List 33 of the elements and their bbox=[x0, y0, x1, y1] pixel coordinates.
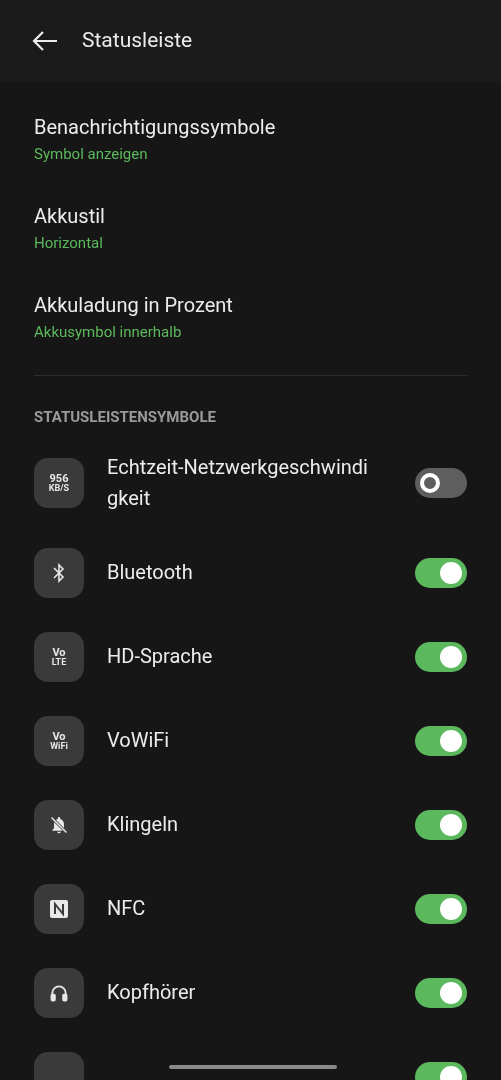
toggle-label: Klingeln bbox=[107, 811, 180, 838]
setting-value: Akkusymbol innerhalb bbox=[34, 323, 183, 341]
setting-item[interactable]: Akkuladung in Prozent Akkusymbol innerhalb bbox=[34, 293, 467, 341]
toggle-label: Echtzeit-Netzwerkgeschwindigkeit bbox=[107, 453, 369, 512]
status-icon: Vo WiFi bbox=[34, 715, 84, 766]
screen-title: Statusleiste bbox=[82, 27, 193, 55]
setting-item[interactable]: Akkustil Horizontal bbox=[34, 204, 467, 252]
toggle-switch[interactable] bbox=[415, 977, 467, 1008]
toggle-switch[interactable] bbox=[415, 725, 467, 756]
toggle-label: Kopfhörer bbox=[107, 979, 197, 1006]
setting-item[interactable]: Benachrichtigungssymbole Symbol anzeigen bbox=[34, 115, 467, 163]
bell-off-icon bbox=[34, 799, 84, 850]
toggle-switch[interactable] bbox=[415, 467, 467, 498]
nfc-icon bbox=[34, 883, 84, 934]
bluetooth-icon bbox=[34, 547, 84, 598]
status-icon: Vo LTE bbox=[34, 631, 84, 682]
status-icon: 956 KB/S bbox=[34, 457, 84, 508]
toggle-switch[interactable] bbox=[415, 557, 467, 588]
headphones-icon bbox=[34, 967, 84, 1018]
toggle-label: NFC bbox=[107, 895, 147, 922]
toggle-label: Bluetooth bbox=[107, 559, 194, 586]
setting-value: Symbol anzeigen bbox=[34, 145, 149, 163]
toggle-label: HD-Sprache bbox=[107, 643, 214, 670]
back-icon[interactable] bbox=[32, 31, 58, 51]
section-heading: STATUSLEISTENSYMBOLE bbox=[34, 407, 217, 428]
setting-title: Benachrichtigungssymbole bbox=[34, 115, 277, 139]
setting-title: Akkuladung in Prozent bbox=[34, 293, 234, 317]
toggle-switch[interactable] bbox=[415, 893, 467, 924]
setting-value: Horizontal bbox=[34, 234, 104, 252]
toggle-switch[interactable] bbox=[415, 809, 467, 840]
setting-title: Akkustil bbox=[34, 204, 106, 228]
toggle-switch[interactable] bbox=[415, 641, 467, 672]
toggle-label: VoWiFi bbox=[107, 727, 171, 754]
